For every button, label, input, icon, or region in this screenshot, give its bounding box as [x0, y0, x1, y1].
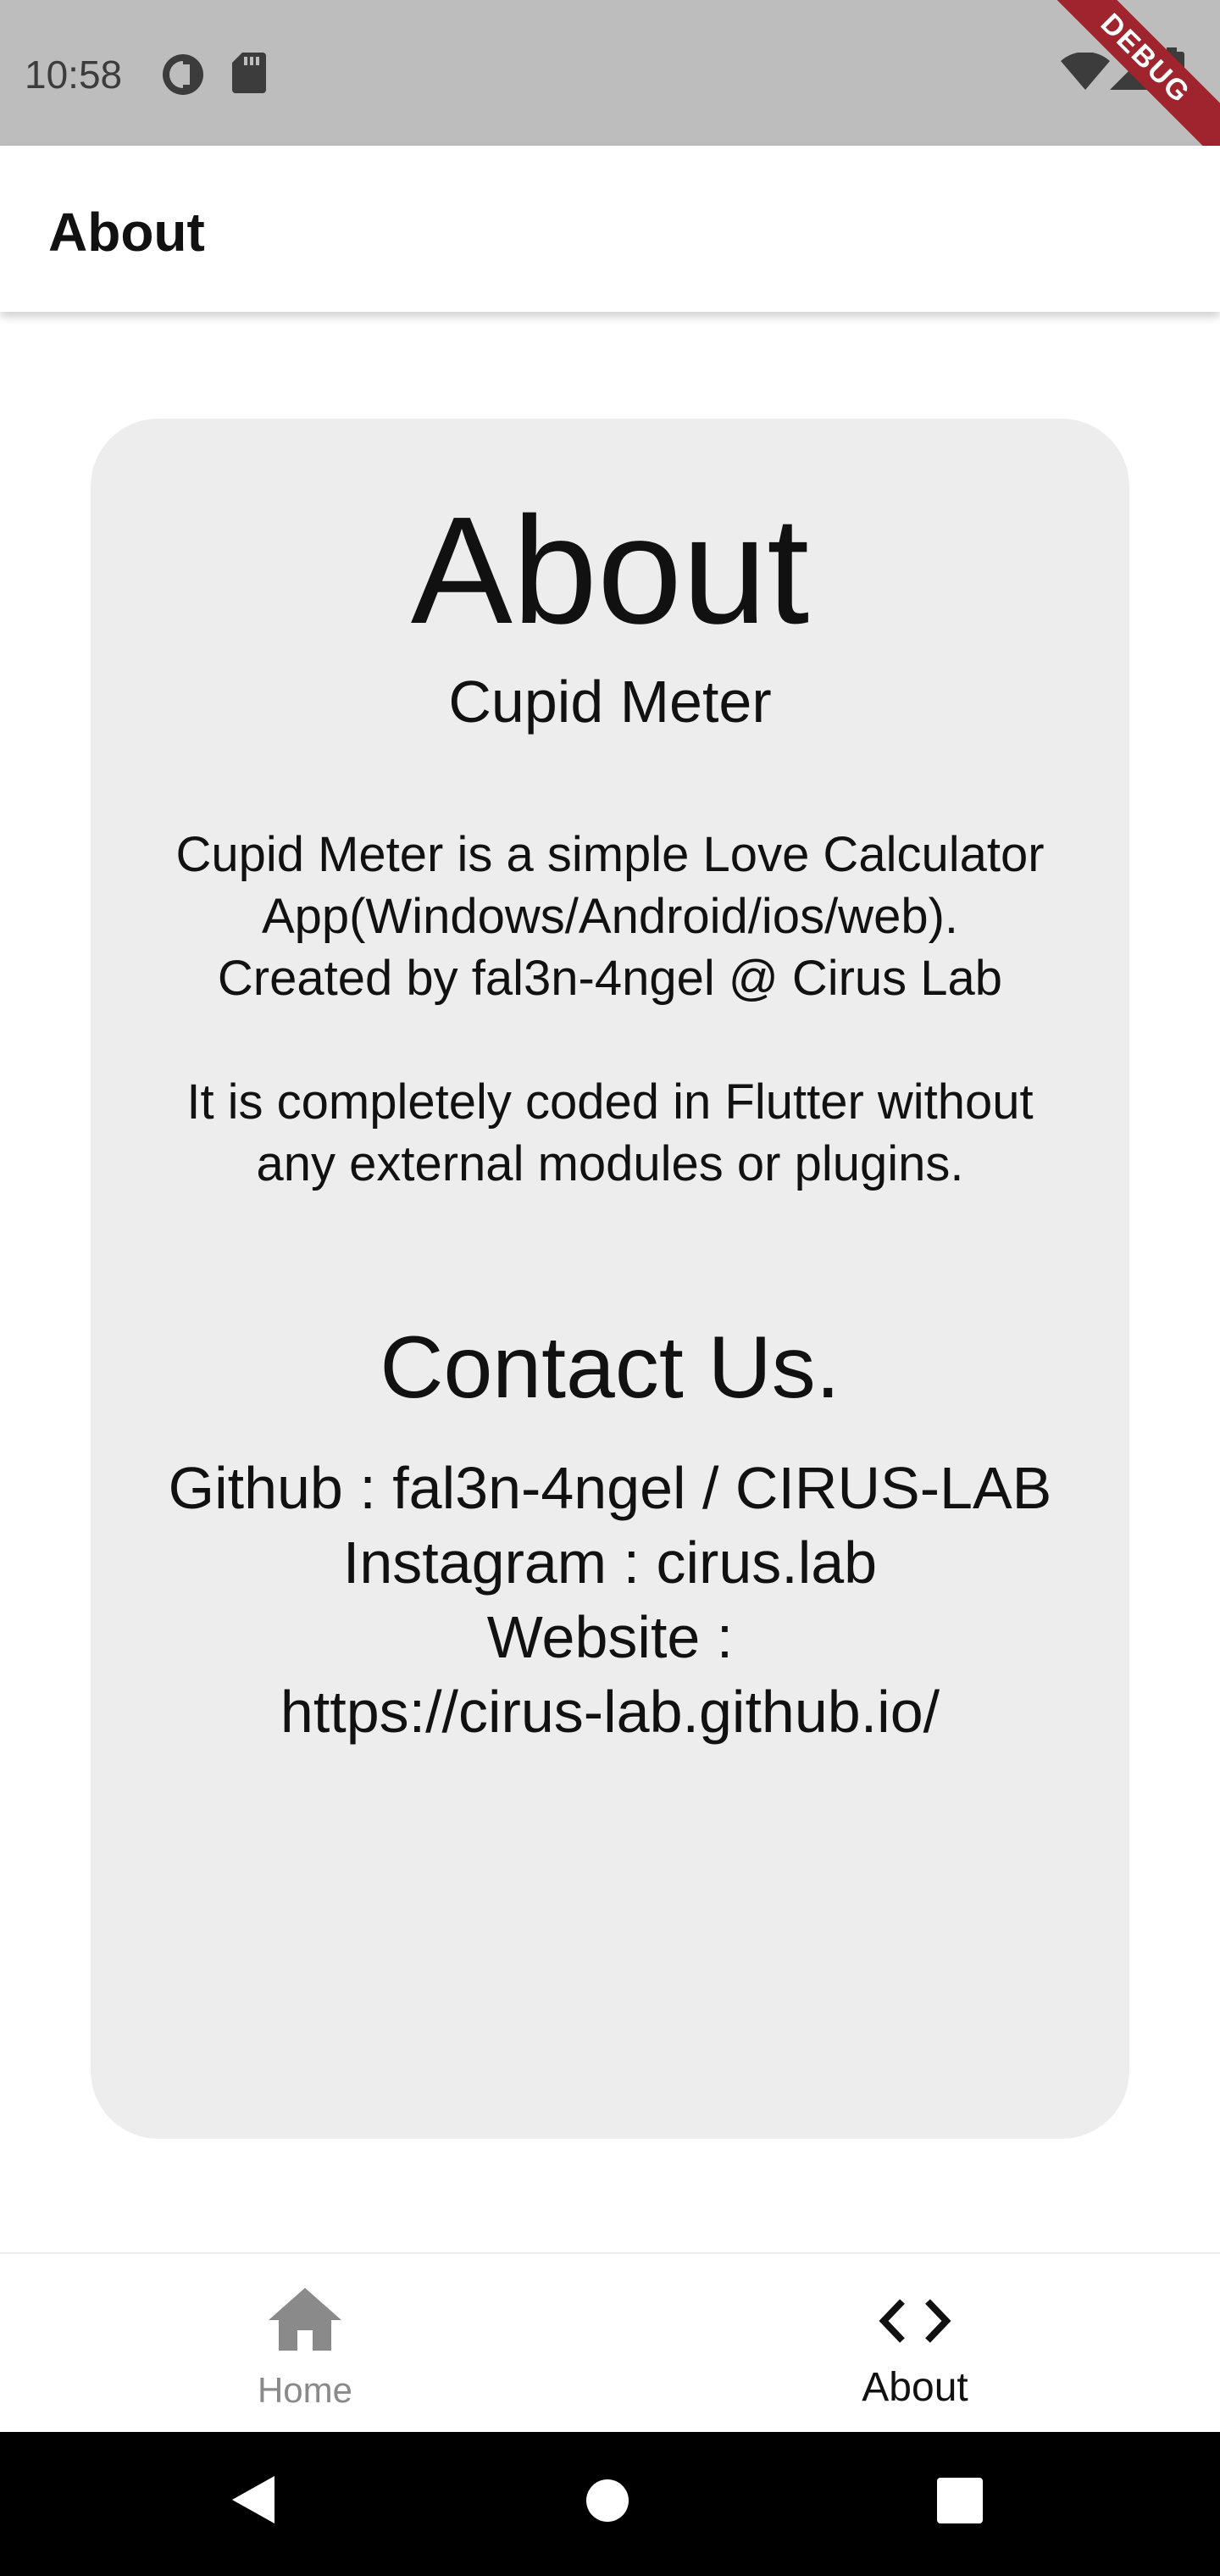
home-icon [269, 2288, 341, 2351]
code-icon [879, 2299, 951, 2343]
card-description: Cupid Meter is a simple Love Calculator … [125, 824, 1095, 1195]
screen: 10:58 DEBUG About About Cupid Meter Cupi… [0, 0, 1220, 2576]
nav-label-about: About [862, 2365, 968, 2410]
contact-details: Github : fal3n-4ngel / CIRUS-LAB Instagr… [108, 1451, 1112, 1749]
description-line: any external modules or plugins. [256, 1136, 964, 1191]
description-line: Created by fal3n-4ngel @ Cirus Lab [217, 951, 1003, 1006]
bottom-navigation: Home About [0, 2252, 1220, 2432]
data-saver-icon [163, 54, 203, 95]
contact-website-label: Website : [486, 1604, 734, 1670]
back-icon[interactable] [230, 2474, 276, 2525]
sd-card-icon [232, 53, 266, 93]
nav-item-home[interactable]: Home [0, 2254, 610, 2434]
description-line: It is completely coded in Flutter withou… [186, 1074, 1034, 1130]
status-time: 10:58 [25, 53, 123, 97]
contact-github: Github : fal3n-4ngel / CIRUS-LAB [168, 1455, 1052, 1521]
description-line: Cupid Meter is a simple Love Calculator [175, 827, 1045, 882]
contact-website-url: https://cirus-lab.github.io/ [280, 1679, 940, 1745]
recents-icon[interactable] [937, 2478, 983, 2523]
home-circle-icon[interactable] [585, 2478, 630, 2523]
system-navigation-bar [0, 2432, 1220, 2576]
nav-label-home: Home [257, 2370, 353, 2410]
app-bar: About [0, 146, 1220, 312]
description-line: App(Windows/Android/ios/web). [261, 889, 959, 944]
contact-heading: Contact Us. [380, 1319, 840, 1417]
card-subtitle: Cupid Meter [448, 669, 772, 735]
status-bar: 10:58 DEBUG [0, 0, 1220, 175]
nav-item-about[interactable]: About [610, 2254, 1220, 2434]
contact-instagram: Instagram : cirus.lab [342, 1530, 878, 1596]
app-bar-title: About [48, 202, 205, 263]
about-card: About Cupid Meter Cupid Meter is a simpl… [91, 419, 1129, 2139]
card-heading: About [410, 486, 810, 656]
